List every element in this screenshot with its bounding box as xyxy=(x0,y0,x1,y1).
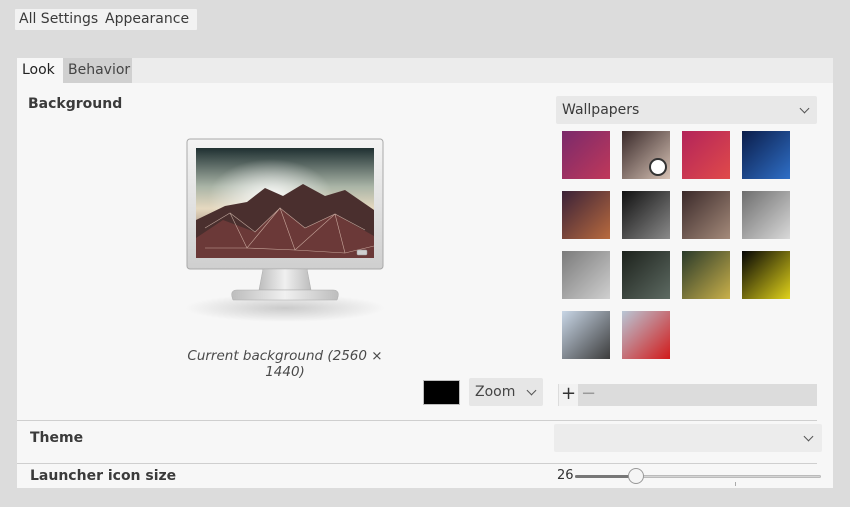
tab-behavior[interactable]: Behavior xyxy=(63,58,132,83)
ice-crystals-wallpaper[interactable] xyxy=(562,251,610,299)
slider-fill xyxy=(575,475,632,478)
night-sky-wallpaper[interactable] xyxy=(562,191,610,239)
theme-dropdown[interactable] xyxy=(554,424,822,452)
breadcrumb-all-settings[interactable]: All Settings xyxy=(15,9,108,30)
separator xyxy=(17,420,817,421)
clock-wallpaper[interactable] xyxy=(622,191,670,239)
blue-planet-wallpaper[interactable] xyxy=(742,131,790,179)
clock-icon xyxy=(649,158,667,176)
wallpaper-source-value: Wallpapers xyxy=(562,102,640,118)
purple-gradient-wallpaper[interactable] xyxy=(562,131,610,179)
glass-orb-clock-wallpaper[interactable] xyxy=(622,131,670,179)
yellow-flower-wallpaper[interactable] xyxy=(742,251,790,299)
monitor-preview-image xyxy=(185,138,385,322)
bee-flower-wallpaper[interactable] xyxy=(682,251,730,299)
theme-section-title: Theme xyxy=(30,430,84,446)
glass-orbs-wallpaper[interactable] xyxy=(682,191,730,239)
background-color-button[interactable] xyxy=(423,380,460,405)
separator xyxy=(17,463,817,464)
wallpaper-source-dropdown[interactable]: Wallpapers xyxy=(556,96,817,124)
slider-handle[interactable] xyxy=(627,468,644,484)
current-background-caption: Current background (2560 × 1440) xyxy=(187,348,383,380)
tab-bar xyxy=(17,58,833,83)
magenta-red-wallpaper[interactable] xyxy=(682,131,730,179)
fill-mode-value: Zoom xyxy=(475,384,516,400)
chevron-down-icon xyxy=(799,103,810,114)
slider-tick xyxy=(735,482,736,486)
remove-wallpaper-button[interactable]: − xyxy=(579,384,598,406)
breadcrumb-appearance[interactable]: Appearance xyxy=(101,9,197,30)
launcher-icon-size-title: Launcher icon size xyxy=(30,468,177,484)
misty-trees-wallpaper[interactable] xyxy=(562,311,610,359)
settings-panel: Look Behavior Background Current backgro… xyxy=(17,58,833,488)
tab-look[interactable]: Look xyxy=(17,58,63,83)
fill-mode-dropdown[interactable]: Zoom xyxy=(469,378,543,406)
add-wallpaper-button[interactable]: + xyxy=(559,384,578,406)
background-section-title: Background xyxy=(28,96,123,112)
chevron-down-icon xyxy=(803,431,814,442)
launcher-icon-size-value: 26 xyxy=(557,468,574,483)
frosty-grass-wallpaper[interactable] xyxy=(742,191,790,239)
chevron-down-icon xyxy=(526,385,537,396)
dark-pebbles-wallpaper[interactable] xyxy=(622,251,670,299)
wallpaper-list-toolbar: + − xyxy=(558,384,817,406)
red-poppies-wallpaper[interactable] xyxy=(622,311,670,359)
